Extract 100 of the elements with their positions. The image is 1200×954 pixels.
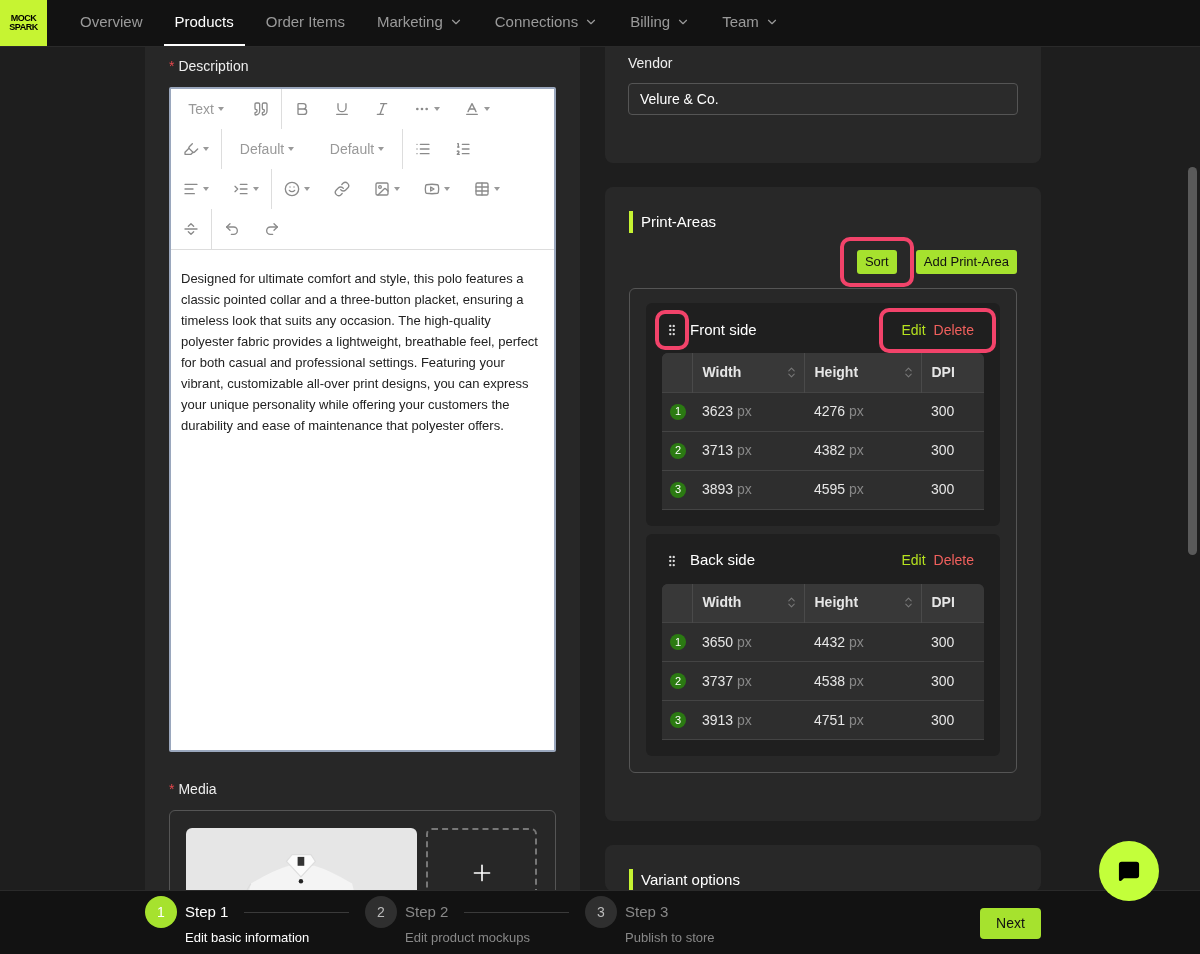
caret-icon [444,187,450,191]
step-title: Step 1 [185,901,229,922]
print-area-name: Front side [690,319,757,340]
step-number: 3 [585,896,617,928]
column-header[interactable]: Width [692,583,804,623]
column-header: DPI [921,353,984,392]
caret-icon [378,147,385,151]
table-cell: 300 [921,622,984,662]
caret-icon [253,187,259,191]
nav-tab[interactable]: Connections [483,0,610,46]
action-button[interactable]: Sort [856,250,897,274]
caret-icon [484,107,490,111]
quote-icon [253,101,269,117]
table-cell: 300 [921,661,984,701]
nav-tab[interactable]: Overview [69,0,154,46]
table-cell: 4276 px [804,392,921,431]
scrollbar-thumb[interactable] [1188,167,1197,555]
row-number-badge: 1 [670,403,686,420]
step-number: 2 [365,896,397,928]
description-text: Designed for ultimate comfort and style, this polo features a classic pointed collar and a three-button placket, ensuring a timeless look that suits any occasion. The high-quality polyester fabric provides a lightweight, breathable feel, perfect for both casual and professional settings. Featuring your vibrant, customizable all-over print designs, you can express your unique personality while offering your customers the durability and ease of maintenance that polyester offers. [180,270,539,435]
section-title: Variant options [641,869,740,890]
edit-link[interactable]: Edit [901,550,926,571]
underline-icon [334,101,350,117]
bullet-list-icon [415,141,431,157]
italic-icon [374,101,390,117]
undo-icon [224,221,240,237]
highlight-icon [183,141,199,157]
delete-link[interactable]: Delete [933,319,974,341]
column-header[interactable]: Height [804,353,921,392]
section-title: Print-Areas [641,211,717,232]
required-asterisk: * [169,780,175,799]
caret-icon [494,187,500,191]
vendor-input-field[interactable]: Velure & Co. [628,83,1018,115]
row-number-badge: 1 [670,634,686,650]
video-icon [424,181,440,197]
table-cell: 3713 px [692,431,804,470]
table-cell: 3737 px [692,661,804,701]
step-subtitle: Publish to store [625,929,716,947]
table-icon [474,181,490,197]
nav-tab[interactable]: Billing [619,0,702,46]
table-cell: 3623 px [692,392,804,431]
column-header[interactable]: Width [692,353,804,392]
section-accent-bar [629,869,633,890]
row-number-badge: 2 [670,442,686,459]
step-subtitle: Edit product mockups [405,929,531,947]
nav-tab[interactable]: Team [711,0,790,46]
field-label: Vendor [628,54,674,73]
step-title: Step 3 [625,901,669,922]
emoji-icon [284,181,300,197]
table-cell: 3650 px [692,622,804,662]
table-cell: 3913 px [692,700,804,740]
table-cell: 3893 px [692,470,804,509]
print-area-name: Back side [690,550,756,571]
font-color-icon [464,101,480,117]
required-asterisk: * [169,57,175,76]
logo-text: SPARK [9,23,38,32]
field-label: Description [178,57,249,76]
divider-icon [183,221,199,237]
redo-icon [264,221,280,237]
caret-icon [203,147,209,151]
row-number-badge: 3 [670,712,686,728]
nav-tab[interactable]: Order Items [254,0,356,46]
align-icon [183,181,199,197]
caret-icon [434,107,440,111]
row-number-badge: 3 [670,481,686,498]
bold-icon [294,101,310,117]
nav-tab[interactable]: Marketing [365,0,474,46]
table-cell: 4432 px [804,622,921,662]
action-button[interactable]: Add Print-Area [915,250,1017,274]
caret-icon [203,187,209,191]
table-cell: 300 [921,431,984,470]
step-number: 1 [145,896,177,928]
numbered-list-icon [455,141,471,157]
table-cell: 4751 px [804,700,921,740]
rich-text-editor[interactable] [169,87,556,752]
link-icon [334,181,350,197]
section-accent-bar [629,211,633,233]
next-button[interactable]: Next [980,908,1041,939]
field-label: Media [178,780,217,799]
caret-icon [394,187,400,191]
image-icon [374,181,390,197]
step-title: Step 2 [405,901,449,922]
table-cell: 4382 px [804,431,921,470]
row-number-badge: 2 [670,673,686,689]
chat-button[interactable] [1099,841,1159,901]
caret-icon [217,107,224,111]
caret-icon [304,187,310,191]
delete-link[interactable]: Delete [933,550,974,571]
table-cell: 300 [921,470,984,509]
table-cell: 4538 px [804,661,921,701]
chat-bubble-icon [1118,860,1140,882]
column-header: DPI [921,583,984,623]
step-subtitle: Edit basic information [185,929,311,947]
caret-icon [288,147,295,151]
edit-link[interactable]: Edit [901,319,926,341]
logo[interactable]: MOCK SPARK [0,0,47,46]
column-header[interactable]: Height [804,583,921,623]
table-cell: 300 [921,700,984,740]
table-cell: 4595 px [804,470,921,509]
table-cell: 300 [921,392,984,431]
